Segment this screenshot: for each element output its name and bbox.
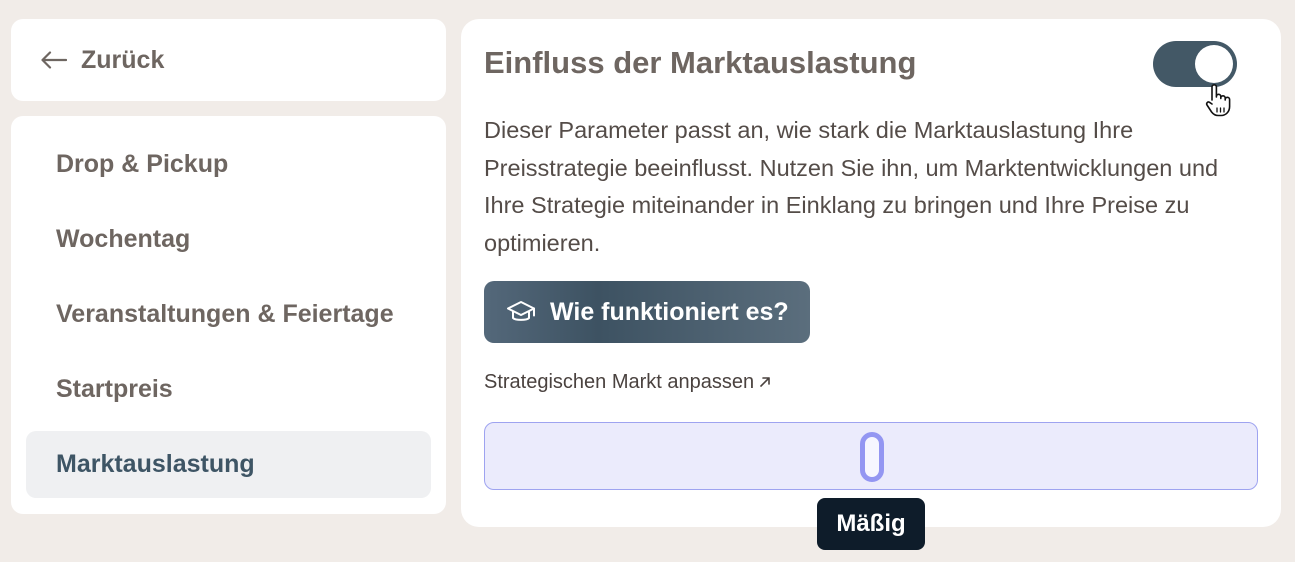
sidebar-item-wochentag[interactable]: Wochentag — [26, 206, 431, 273]
sidebar-item-label: Wochentag — [56, 225, 191, 253]
how-it-works-label: Wie funktioniert es? — [550, 297, 789, 326]
enable-toggle[interactable] — [1153, 41, 1237, 87]
adjust-market-link[interactable]: Strategischen Markt anpassen — [484, 371, 771, 394]
adjust-market-label: Strategischen Markt anpassen — [484, 371, 755, 393]
back-label: Zurück — [81, 45, 165, 74]
toggle-knob — [1195, 45, 1233, 83]
parameter-description: Dieser Parameter passt an, wie stark die… — [484, 117, 1219, 256]
how-it-works-button[interactable]: Wie funktioniert es? — [484, 281, 810, 343]
slider-value-tooltip: Mäßig — [817, 498, 925, 550]
page-title: Einfluss der Marktauslastung — [484, 45, 917, 80]
market-influence-slider[interactable] — [484, 422, 1258, 490]
sidebar-item-label: Marktauslastung — [56, 450, 255, 478]
sidebar-item-label: Veranstaltungen & Feiertage — [56, 300, 394, 328]
slider-handle[interactable] — [860, 432, 884, 482]
graduation-cap-icon — [506, 299, 536, 325]
sidebar-item-label: Drop & Pickup — [56, 150, 229, 178]
back-button[interactable]: Zurück — [11, 19, 446, 101]
sidebar-item-label: Startpreis — [56, 375, 173, 403]
arrow-up-right-icon — [759, 373, 771, 393]
sidebar-item-marktauslastung[interactable]: Marktauslastung — [26, 431, 431, 498]
arrow-left-icon — [41, 51, 67, 69]
sidebar-item-veranstaltungen[interactable]: Veranstaltungen & Feiertage — [26, 281, 431, 348]
settings-panel: Einfluss der Marktauslastung Dieser Para… — [461, 19, 1281, 527]
sidebar-nav: Drop & Pickup Wochentag Veranstaltungen … — [11, 116, 446, 514]
sidebar-item-drop-pickup[interactable]: Drop & Pickup — [26, 131, 431, 198]
sidebar-item-startpreis[interactable]: Startpreis — [26, 356, 431, 423]
